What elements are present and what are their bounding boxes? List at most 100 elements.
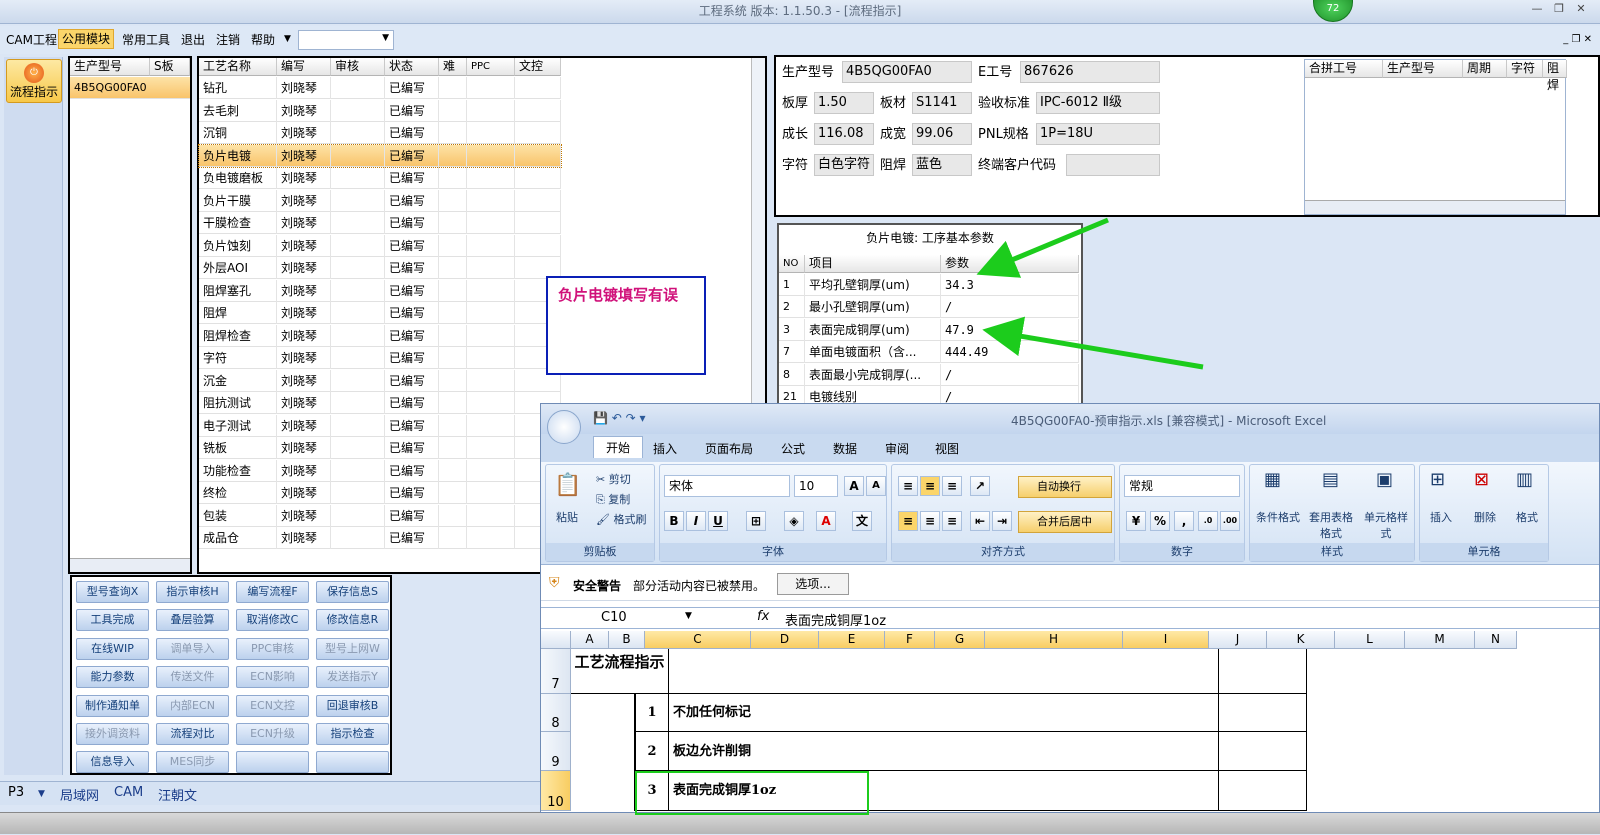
excel-title: 4B5QG00FA0-预审指示.xls [兼容模式] - Microsoft E… bbox=[1011, 414, 1327, 428]
font-size-select[interactable]: 10 bbox=[794, 475, 838, 497]
cell-b[interactable]: 1 bbox=[635, 694, 669, 732]
column-header[interactable]: J bbox=[1209, 631, 1267, 649]
column-header[interactable]: D bbox=[751, 631, 819, 649]
column-header[interactable]: K bbox=[1267, 631, 1335, 649]
table-format-icon[interactable]: ▤ bbox=[1322, 469, 1339, 490]
cell-j[interactable] bbox=[1219, 732, 1307, 771]
align-bottom-icon[interactable]: ≡ bbox=[942, 476, 962, 496]
underline-icon[interactable]: U bbox=[708, 511, 728, 531]
paste-button[interactable]: 粘贴 bbox=[556, 509, 578, 525]
column-header[interactable]: H bbox=[985, 631, 1123, 649]
column-header[interactable]: A bbox=[571, 631, 609, 649]
font-color-icon[interactable]: A bbox=[816, 511, 836, 531]
office-button-icon[interactable] bbox=[547, 410, 581, 444]
column-header[interactable]: B bbox=[609, 631, 645, 649]
decrease-indent-icon[interactable]: ⇤ bbox=[970, 511, 990, 531]
insert-cells-icon[interactable]: ⊞ bbox=[1430, 469, 1445, 490]
cut-button[interactable]: ✂ 剪切 bbox=[596, 471, 631, 487]
cell-c[interactable]: 不加任何标记 bbox=[669, 694, 1219, 732]
align-right-icon[interactable]: ≡ bbox=[942, 511, 962, 531]
cell-c[interactable]: 板边允许削铜 bbox=[669, 732, 1219, 771]
column-header[interactable]: F bbox=[885, 631, 935, 649]
formula-input[interactable]: 表面完成铜厚1oz bbox=[785, 610, 886, 629]
font-name-select[interactable]: 宋体 bbox=[664, 475, 790, 497]
increase-decimal-icon[interactable]: .0 bbox=[1198, 511, 1218, 531]
paste-icon[interactable]: 📋 bbox=[554, 473, 581, 498]
orientation-icon[interactable]: ↗ bbox=[970, 476, 990, 496]
fill-color-icon[interactable]: ◈ bbox=[784, 511, 804, 531]
styles-group-label: 样式 bbox=[1250, 543, 1414, 561]
tab-formulas[interactable]: 公式 bbox=[781, 440, 805, 457]
comma-icon[interactable]: , bbox=[1174, 511, 1194, 531]
name-box-dropdown-icon[interactable]: ▼ bbox=[685, 611, 692, 621]
column-header[interactable]: C bbox=[645, 631, 751, 649]
align-center-icon[interactable]: ≡ bbox=[920, 511, 940, 531]
row-header[interactable]: 10 bbox=[541, 771, 571, 811]
group-cells: ⊞ 插入 ⊠ 删除 ▥ 格式 单元格 bbox=[1419, 464, 1549, 562]
column-header[interactable]: E bbox=[819, 631, 885, 649]
column-header[interactable]: N bbox=[1475, 631, 1517, 649]
name-box[interactable]: C10 bbox=[545, 609, 695, 627]
security-options-button[interactable]: 选项... bbox=[777, 573, 849, 595]
clipboard-group-label: 剪贴板 bbox=[546, 543, 654, 561]
bold-icon[interactable]: B bbox=[664, 511, 684, 531]
format-cells-button[interactable]: 格式 bbox=[1516, 509, 1538, 525]
tab-insert[interactable]: 插入 bbox=[653, 440, 677, 457]
currency-icon[interactable]: ¥ bbox=[1126, 511, 1146, 531]
cell-b[interactable]: 2 bbox=[635, 732, 669, 771]
cell-a[interactable] bbox=[571, 732, 635, 771]
cell-j[interactable] bbox=[1219, 771, 1307, 811]
cell-a[interactable] bbox=[571, 694, 635, 732]
align-top-icon[interactable]: ≡ bbox=[898, 476, 918, 496]
conditional-format-icon[interactable]: ▦ bbox=[1264, 469, 1281, 490]
select-all-corner[interactable] bbox=[541, 631, 571, 649]
phonetic-icon[interactable]: 文 bbox=[852, 511, 872, 531]
cell-a[interactable]: 工艺流程指示 bbox=[571, 649, 669, 694]
tab-data[interactable]: 数据 bbox=[833, 440, 857, 457]
border-icon[interactable]: ⊞ bbox=[746, 511, 766, 531]
row-header[interactable]: 8 bbox=[541, 694, 571, 732]
column-header[interactable]: L bbox=[1335, 631, 1405, 649]
security-bar: ⛨ 安全警告 部分活动内容已被禁用。 选项... bbox=[541, 567, 1599, 601]
cell-j[interactable] bbox=[1219, 694, 1307, 732]
function-icon[interactable]: fx bbox=[757, 609, 769, 624]
row-header[interactable]: 7 bbox=[541, 649, 571, 694]
format-painter-button[interactable]: 🖌 格式刷 bbox=[596, 511, 646, 527]
align-left-icon[interactable]: ≡ bbox=[898, 511, 918, 531]
tab-page-layout[interactable]: 页面布局 bbox=[705, 440, 753, 457]
row-header[interactable]: 9 bbox=[541, 732, 571, 771]
number-group-label: 数字 bbox=[1120, 543, 1244, 561]
formula-bar: C10 ▼ fx 表面完成铜厚1oz bbox=[541, 607, 1599, 629]
cut-label: 剪切 bbox=[608, 473, 631, 486]
shrink-font-icon[interactable]: A bbox=[866, 476, 886, 496]
italic-icon[interactable]: I bbox=[686, 511, 706, 531]
tab-home[interactable]: 开始 bbox=[593, 436, 644, 458]
conditional-format-button[interactable]: 条件格式 bbox=[1256, 509, 1300, 525]
grow-font-icon[interactable]: A bbox=[844, 476, 864, 496]
percent-icon[interactable]: % bbox=[1150, 511, 1170, 531]
increase-indent-icon[interactable]: ⇥ bbox=[992, 511, 1012, 531]
column-header[interactable]: G bbox=[935, 631, 985, 649]
quick-access-icons[interactable]: 💾 ↶ ↷ ▾ bbox=[593, 411, 646, 425]
delete-cells-button[interactable]: 删除 bbox=[1474, 509, 1496, 525]
insert-cells-button[interactable]: 插入 bbox=[1430, 509, 1452, 525]
align-middle-icon[interactable]: ≡ bbox=[920, 476, 940, 496]
wrap-text-button[interactable]: 自动换行 bbox=[1018, 476, 1112, 498]
number-format-select[interactable]: 常规 bbox=[1124, 475, 1240, 497]
cell-style-icon[interactable]: ▣ bbox=[1376, 469, 1393, 490]
tab-view[interactable]: 视图 bbox=[935, 440, 959, 457]
format-cells-icon[interactable]: ▥ bbox=[1516, 469, 1533, 490]
delete-cells-icon[interactable]: ⊠ bbox=[1474, 469, 1489, 490]
cell-style-button[interactable]: 单元格样式 bbox=[1364, 509, 1408, 541]
format-table-button[interactable]: 套用表格格式 bbox=[1306, 509, 1356, 541]
excel-titlebar: 💾 ↶ ↷ ▾ 4B5QG00FA0-预审指示.xls [兼容模式] - Mic… bbox=[541, 404, 1599, 444]
column-header[interactable]: M bbox=[1405, 631, 1475, 649]
cell-j[interactable] bbox=[1219, 649, 1307, 694]
copy-button[interactable]: ⎘ 复制 bbox=[596, 491, 630, 507]
merge-center-button[interactable]: 合并后居中 bbox=[1018, 511, 1112, 533]
tab-review[interactable]: 审阅 bbox=[885, 440, 909, 457]
column-header[interactable]: I bbox=[1123, 631, 1209, 649]
cell-c[interactable] bbox=[669, 649, 1219, 694]
decrease-decimal-icon[interactable]: .00 bbox=[1220, 511, 1240, 531]
cell-a[interactable] bbox=[571, 771, 635, 811]
